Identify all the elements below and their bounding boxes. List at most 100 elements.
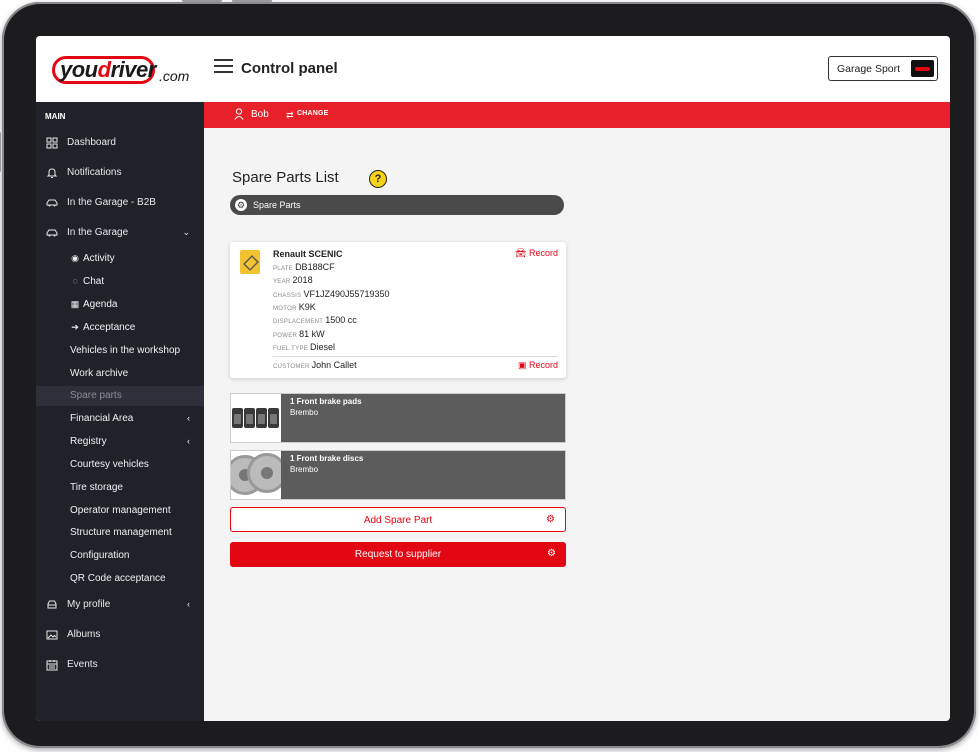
hamburger-menu-icon[interactable] (214, 59, 233, 73)
sidebar-subitem-registry[interactable]: Registry ‹ (36, 432, 204, 452)
spare-part-info: 1 Front brake pads Brembo (281, 394, 565, 442)
field-key: PLATE (273, 266, 294, 272)
sidebar-subitem-label: Tire storage (70, 482, 123, 493)
motor-field: MOTOR K9K (273, 302, 316, 312)
field-key: CHASSIS (273, 293, 302, 299)
chevron-down-icon: ⌄ (182, 227, 190, 237)
spare-part-name: 1 Front brake discs (290, 454, 364, 463)
tab-spare-parts[interactable]: ⚙ Spare Parts (230, 195, 564, 215)
field-key: YEAR (273, 279, 291, 285)
sidebar-item-label: In the Garage - B2B (67, 197, 156, 208)
field-key: FUEL TYPE (273, 346, 309, 352)
sidebar-subitem-operator-management[interactable]: Operator management (36, 501, 204, 521)
renault-logo-icon (240, 250, 260, 274)
sidebar-item-events[interactable]: Events (36, 655, 204, 675)
button-label: Request to supplier (354, 549, 442, 560)
customer-record-link[interactable]: ▣ Record (518, 360, 558, 371)
spare-parts-list-title: Spare Parts List (232, 169, 339, 186)
chevron-left-icon: ‹ (187, 413, 190, 423)
power-field: POWER 81 kW (273, 329, 325, 339)
sidebar-subitem-structure-management[interactable]: Structure management (36, 523, 204, 543)
spare-part-brand: Brembo (290, 408, 319, 417)
field-value: John Callet (311, 360, 357, 370)
sidebar-item-dashboard[interactable]: Dashboard (36, 133, 204, 153)
customer-field: CUSTOMER John Callet (273, 360, 357, 370)
field-key: CUSTOMER (273, 364, 310, 370)
arrow-circle-icon: ➔ (71, 322, 79, 332)
card-divider (273, 356, 558, 357)
record-label: Record (528, 248, 558, 258)
sidebar-subitem-vehicles-in-workshop[interactable]: Vehicles in the workshop (36, 341, 204, 361)
sidebar-item-in-the-garage[interactable]: In the Garage ⌄ (36, 223, 204, 243)
sidebar-subitem-label: Operator management (70, 505, 171, 516)
help-icon[interactable]: ? (369, 170, 387, 188)
sidebar-subitem-label: Chat (83, 276, 105, 287)
sidebar-item-albums[interactable]: Albums (36, 625, 204, 645)
vehicle-record-link[interactable]: 🚘︎ Record (515, 248, 558, 259)
spare-part-row[interactable]: 1 Front brake discs Brembo (230, 450, 566, 500)
sidebar-section-title: MAIN (45, 112, 66, 121)
sidebar-item-label: My profile (67, 599, 111, 610)
sidebar-item-my-profile[interactable]: My profile ‹ (36, 595, 204, 615)
sidebar-subitem-tire-storage[interactable]: Tire storage (36, 478, 204, 498)
spare-part-name: 1 Front brake pads (290, 397, 362, 406)
dashboard-grid-icon (46, 137, 58, 149)
field-value: Diesel (310, 342, 336, 352)
sidebar-subitem-work-archive[interactable]: Work archive (36, 364, 204, 384)
volume-button (0, 132, 1, 172)
change-user-link[interactable]: CHANGE (297, 110, 329, 117)
sidebar-subitem-financial-area[interactable]: Financial Area ‹ (36, 409, 204, 429)
sidebar-subitem-spare-parts[interactable]: Spare parts (36, 386, 204, 406)
logo-domain: .com (159, 68, 190, 84)
sidebar-subitem-label: Spare parts (70, 390, 122, 401)
sidebar-subitem-chat[interactable]: ◌ Chat (36, 272, 204, 292)
sidebar-subitem-label: Courtesy vehicles (70, 459, 149, 470)
garage-selector-button[interactable]: Garage Sport (828, 56, 938, 81)
sidebar-item-notifications[interactable]: Notifications (36, 163, 204, 183)
brake-discs-thumbnail (231, 451, 281, 499)
bell-icon (46, 168, 58, 178)
sidebar-subitem-acceptance[interactable]: ➔ Acceptance (36, 318, 204, 338)
record-label: Record (528, 360, 558, 370)
sidebar-item-label: Albums (67, 629, 101, 640)
swap-icon: ⇄ (286, 110, 294, 120)
car-icon: 🚘︎ (515, 248, 527, 258)
calendar-icon: ▦ (70, 299, 80, 309)
field-value: 81 kW (299, 329, 325, 339)
sidebar-subitem-label: Activity (83, 253, 115, 264)
youdriver-logo[interactable]: youdriver .com (52, 55, 192, 87)
page-title: Control panel (241, 60, 338, 77)
sidebar-subitem-label: Work archive (70, 368, 129, 379)
sidebar-subitem-label: Vehicles in the workshop (70, 345, 181, 356)
request-to-supplier-button[interactable]: Request to supplier ⚙ (230, 542, 566, 567)
field-key: DISPLACEMENT (273, 319, 324, 325)
sidebar-subitem-qr-code-acceptance[interactable]: QR Code acceptance (36, 569, 204, 589)
top-button (182, 0, 222, 2)
field-value: VF1JZ490J55719350 (303, 289, 390, 299)
sidebar-subitem-activity[interactable]: ◉ Activity (36, 249, 204, 269)
spare-part-row[interactable]: 1 Front brake pads Brembo (230, 393, 566, 443)
user-icon (234, 108, 244, 120)
field-value: 2018 (292, 275, 313, 285)
car-icon (46, 199, 58, 207)
user-bar: Bob ⇄ CHANGE (204, 102, 950, 128)
cogs-icon: ⚙ (547, 548, 556, 559)
chevron-left-icon: ‹ (187, 599, 190, 609)
garage-car-thumbnail-icon (911, 60, 934, 77)
sidebar-subitem-agenda[interactable]: ▦ Agenda (36, 295, 204, 315)
add-spare-part-button[interactable]: Add Spare Part ⚙ (230, 507, 566, 532)
spare-part-info: 1 Front brake discs Brembo (281, 451, 565, 499)
vehicle-card: Renault SCENIC 🚘︎ Record PLATE DB188CF YE… (230, 242, 566, 378)
sidebar-subitem-label: QR Code acceptance (70, 573, 166, 584)
sidebar-item-label: Events (67, 659, 98, 670)
chassis-field: CHASSIS VF1JZ490J55719350 (273, 289, 390, 299)
sidebar-item-in-the-garage-b2b[interactable]: In the Garage - B2B (36, 193, 204, 213)
plate-field: PLATE DB188CF (273, 262, 335, 272)
sidebar-subitem-configuration[interactable]: Configuration (36, 546, 204, 566)
sidebar-subitem-courtesy-vehicles[interactable]: Courtesy vehicles (36, 455, 204, 475)
tab-label: Spare Parts (253, 200, 301, 210)
sidebar-subitem-label: Agenda (83, 299, 118, 310)
current-user-name: Bob (251, 109, 269, 120)
field-key: MOTOR (273, 306, 297, 312)
spare-part-brand: Brembo (290, 465, 319, 474)
